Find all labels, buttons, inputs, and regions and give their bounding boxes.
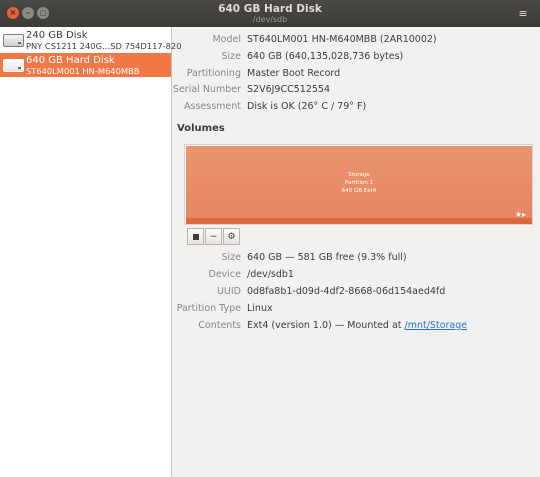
partition-size-value: 640 GB — 581 GB free (9.3% full): [247, 252, 407, 263]
stop-icon: [192, 233, 199, 240]
device-value: /dev/sdb1: [247, 269, 294, 280]
settings-icon: ⚙: [227, 231, 236, 242]
model-value: ST640LM001 HN-M640MBB (2AR10002): [247, 34, 437, 45]
minus-icon: −: [209, 231, 218, 242]
uuid-row: UUID 0d8fa8b1-d09d-4df2-8668-06d154aed4f…: [0, 286, 540, 300]
partition-name: Storage: [348, 172, 370, 178]
partition-type-label: Partition Type: [176, 303, 241, 314]
uuid-value: 0d8fa8b1-d09d-4df2-8668-06d154aed4fd: [247, 286, 446, 297]
model-row: Model ST640LM001 HN-M640MBB (2AR10002): [0, 34, 540, 48]
partition-size-label: Size: [221, 252, 241, 263]
window-title: 640 GB Hard Disk: [218, 3, 322, 15]
model-label: Model: [212, 34, 241, 45]
assessment-value: Disk is OK (26° C / 79° F): [247, 101, 367, 112]
mount-point-link[interactable]: /mnt/Storage: [405, 320, 468, 331]
partition-selection-bar: [186, 218, 532, 224]
partition-size-row: Size 640 GB — 581 GB free (9.3% full): [0, 252, 540, 266]
volume-map: Storage Partition 1 640 GB Ext4 ★▸: [184, 144, 533, 225]
uuid-label: UUID: [216, 286, 241, 297]
device-row: Device /dev/sdb1: [0, 269, 540, 283]
partition-type-row: Partition Type Linux: [0, 303, 540, 317]
menu-icon[interactable]: ≡: [514, 5, 532, 22]
partition-number: Partition 1: [344, 180, 374, 186]
partition-block[interactable]: Storage Partition 1 640 GB Ext4 ★▸: [186, 146, 532, 224]
partition-size: 640 GB Ext4: [341, 188, 377, 194]
contents-value: Ext4 (version 1.0) — Mounted at /mnt/Sto…: [247, 320, 467, 331]
mounted-star-icon: ★▸: [514, 210, 526, 219]
partitioning-row: Partitioning Master Boot Record: [0, 68, 540, 82]
unmount-button[interactable]: [187, 228, 204, 245]
partitioning-label: Partitioning: [186, 68, 241, 79]
contents-label: Contents: [198, 320, 241, 331]
assessment-row: Assessment Disk is OK (26° C / 79° F): [0, 101, 540, 115]
size-label: Size: [221, 51, 241, 62]
window-subtitle: /dev/sdb: [252, 15, 288, 24]
title-bar: × – □ 640 GB Hard Disk /dev/sdb ≡: [0, 0, 540, 27]
serial-row: Serial Number S2V6J9CC512554: [0, 84, 540, 98]
serial-label: Serial Number: [172, 84, 241, 95]
size-value: 640 GB (640,135,028,736 bytes): [247, 51, 404, 62]
volumes-heading: Volumes: [177, 123, 225, 134]
partitioning-value: Master Boot Record: [247, 68, 341, 79]
partition-settings-button[interactable]: ⚙: [223, 228, 240, 245]
serial-value: S2V6J9CC512554: [247, 84, 330, 95]
partition-type-value: Linux: [247, 303, 273, 314]
contents-text: Ext4 (version 1.0) — Mounted at: [247, 320, 405, 331]
assessment-label: Assessment: [184, 101, 241, 112]
size-row: Size 640 GB (640,135,028,736 bytes): [0, 51, 540, 65]
contents-row: Contents Ext4 (version 1.0) — Mounted at…: [0, 320, 540, 334]
device-label: Device: [208, 269, 242, 280]
volume-toolbar: − ⚙: [187, 228, 241, 245]
delete-partition-button[interactable]: −: [205, 228, 222, 245]
